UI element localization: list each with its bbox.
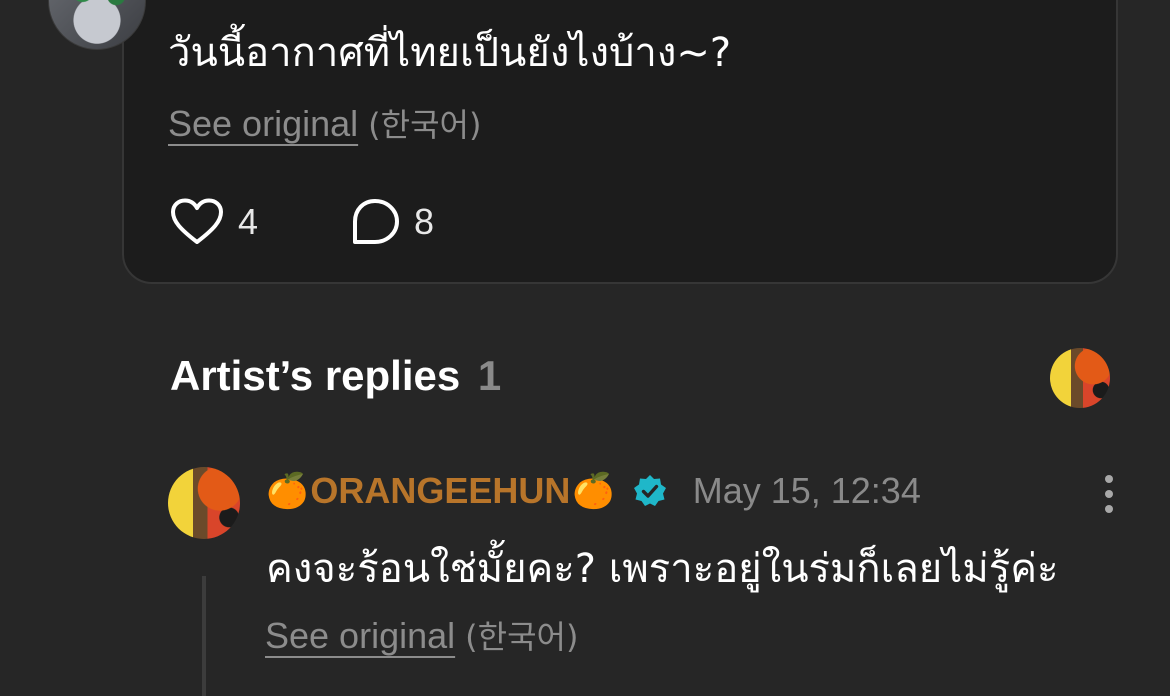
reply-see-original-row: See original (한국어) bbox=[265, 612, 578, 658]
artist-replies-title: Artist’s replies bbox=[170, 352, 461, 399]
post-see-original-link[interactable]: See original bbox=[168, 103, 358, 144]
like-count: 4 bbox=[238, 201, 259, 242]
comment-button[interactable]: 8 bbox=[350, 198, 434, 246]
post-see-original-row: See original (한국어) bbox=[168, 100, 481, 146]
post-original-language: (한국어) bbox=[368, 106, 482, 144]
heart-icon bbox=[171, 198, 223, 244]
reply-author-avatar[interactable] bbox=[168, 467, 240, 539]
artist-avatar-small[interactable] bbox=[1050, 348, 1110, 408]
orange-emoji-prefix: 🍊 bbox=[266, 472, 309, 510]
comment-bubble-icon bbox=[353, 199, 399, 244]
orange-emoji-suffix: 🍊 bbox=[572, 472, 615, 510]
reply-header: 🍊 ORANGEEHUN 🍊 May 15, 12:34 bbox=[266, 470, 921, 512]
reply-original-language: (한국어) bbox=[465, 618, 579, 656]
post-text: วันนี้อากาศที่ไทยเป็นยังไงบ้าง~? bbox=[168, 30, 732, 76]
thread-line bbox=[202, 576, 206, 696]
verified-badge-icon bbox=[633, 475, 666, 506]
reply-author-name[interactable]: ORANGEEHUN bbox=[310, 470, 570, 512]
more-vertical-icon[interactable] bbox=[1100, 474, 1118, 514]
reply-text: คงจะร้อนใช่มั้ยคะ? เพราะอยู่ในร่มก็เลยไม… bbox=[266, 546, 1059, 592]
artist-replies-count: 1 bbox=[477, 352, 502, 399]
artist-replies-heading: Artist’s replies 1 bbox=[170, 352, 501, 400]
comment-count: 8 bbox=[414, 201, 435, 242]
reply-timestamp: May 15, 12:34 bbox=[692, 470, 921, 511]
like-button[interactable]: 4 bbox=[170, 198, 258, 246]
reply-see-original-link[interactable]: See original bbox=[265, 615, 455, 656]
